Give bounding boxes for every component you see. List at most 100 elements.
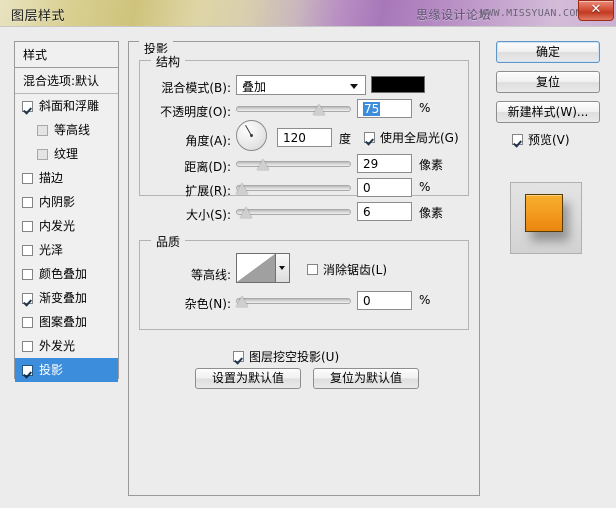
quality-title: 品质 — [151, 233, 185, 250]
opacity-unit: % — [419, 101, 430, 115]
ok-button[interactable]: 确定 — [496, 41, 600, 63]
angle-unit: 度 — [339, 130, 351, 147]
effect-settings-panel: 投影 结构 混合模式(B): 叠加 不透明度(O): 75 % 角度(A): — [128, 41, 480, 496]
style-row[interactable]: 渐变叠加 — [15, 286, 118, 310]
watermark-chinese: 思缘设计论坛 — [416, 6, 491, 23]
opacity-slider-track — [236, 106, 351, 112]
opacity-input[interactable]: 75 — [357, 99, 412, 118]
anti-alias-checkbox[interactable]: 消除锯齿(L) — [307, 261, 387, 278]
style-checkbox-icon[interactable] — [22, 221, 33, 232]
blend-mode-select[interactable]: 叠加 — [236, 75, 366, 95]
style-row[interactable]: 等高线 — [15, 118, 118, 142]
style-checkbox-icon[interactable] — [22, 341, 33, 352]
distance-input[interactable]: 29 — [357, 154, 412, 173]
size-label: 大小(S): — [159, 206, 231, 223]
style-row[interactable]: 投影 — [15, 358, 118, 382]
spread-label: 扩展(R): — [159, 182, 231, 199]
angle-value: 120 — [283, 131, 306, 145]
style-checkbox-icon[interactable] — [22, 269, 33, 280]
noise-input[interactable]: 0 — [357, 291, 412, 310]
style-row[interactable]: 斜面和浮雕 — [15, 94, 118, 118]
noise-slider-thumb[interactable] — [236, 296, 248, 307]
chevron-down-icon — [350, 84, 358, 89]
style-row[interactable]: 外发光 — [15, 334, 118, 358]
distance-label: 距离(D): — [159, 158, 231, 175]
preview-check-icon — [512, 134, 523, 145]
style-checkbox-icon[interactable] — [22, 245, 33, 256]
size-value: 6 — [363, 205, 371, 219]
style-checkbox-icon[interactable] — [22, 101, 33, 112]
angle-label: 角度(A): — [151, 132, 231, 149]
distance-slider[interactable] — [236, 157, 351, 171]
reset-button[interactable]: 复位 — [496, 71, 600, 93]
contour-preview[interactable] — [236, 253, 276, 283]
style-row-label: 等高线 — [54, 118, 90, 142]
size-slider-thumb[interactable] — [240, 207, 252, 218]
reset-default-button[interactable]: 复位为默认值 — [313, 368, 419, 389]
preview-orange-square — [525, 194, 563, 232]
knockout-label: 图层挖空投影(U) — [249, 348, 339, 365]
style-row[interactable]: 图案叠加 — [15, 310, 118, 334]
angle-dial[interactable] — [236, 120, 267, 151]
style-row[interactable]: 描边 — [15, 166, 118, 190]
noise-unit: % — [419, 293, 430, 307]
preview-checkbox[interactable]: 预览(V) — [512, 131, 570, 148]
make-default-button[interactable]: 设置为默认值 — [195, 368, 301, 389]
contour-curve-icon — [237, 254, 275, 282]
style-checkbox-icon[interactable] — [37, 125, 48, 136]
style-checkbox-icon[interactable] — [22, 197, 33, 208]
style-row[interactable]: 内发光 — [15, 214, 118, 238]
contour-label: 等高线: — [159, 266, 231, 283]
style-row-label: 渐变叠加 — [39, 286, 87, 310]
window-title: 图层样式 — [11, 5, 65, 24]
style-row[interactable]: 颜色叠加 — [15, 262, 118, 286]
use-global-light-checkbox[interactable]: 使用全局光(G) — [364, 129, 459, 146]
style-row-label: 颜色叠加 — [39, 262, 87, 286]
spread-slider[interactable] — [236, 181, 351, 195]
styles-list-header: 样式 — [15, 42, 118, 68]
blending-options-row[interactable]: 混合选项:默认 — [15, 68, 118, 94]
style-row-label: 内阴影 — [39, 190, 75, 214]
spread-slider-thumb[interactable] — [236, 183, 248, 194]
style-row-label: 光泽 — [39, 238, 63, 262]
size-slider[interactable] — [236, 205, 351, 219]
opacity-label: 不透明度(O): — [139, 103, 231, 120]
watermark-url: WWW.MISSYUAN.COM — [481, 8, 582, 19]
opacity-slider[interactable] — [236, 102, 351, 116]
style-row[interactable]: 内阴影 — [15, 190, 118, 214]
quality-group — [139, 240, 469, 330]
styles-rows: 斜面和浮雕等高线纹理描边内阴影内发光光泽颜色叠加渐变叠加图案叠加外发光投影 — [15, 94, 118, 382]
ok-label: 确定 — [497, 42, 599, 62]
new-style-button[interactable]: 新建样式(W)... — [496, 101, 600, 123]
style-checkbox-icon[interactable] — [22, 365, 33, 376]
angle-hub — [250, 134, 253, 137]
anti-alias-label: 消除锯齿(L) — [323, 261, 387, 278]
structure-title: 结构 — [151, 53, 185, 70]
noise-slider-track — [236, 298, 351, 304]
spread-unit: % — [419, 180, 430, 194]
spread-input[interactable]: 0 — [357, 178, 412, 197]
use-global-light-label: 使用全局光(G) — [380, 129, 459, 146]
style-row[interactable]: 纹理 — [15, 142, 118, 166]
angle-input[interactable]: 120 — [277, 128, 332, 147]
style-checkbox-icon[interactable] — [37, 149, 48, 160]
shadow-color-swatch[interactable] — [371, 76, 425, 93]
close-button[interactable]: ✕ — [578, 0, 614, 21]
knockout-checkbox[interactable]: 图层挖空投影(U) — [233, 348, 339, 365]
contour-dropdown-button[interactable] — [276, 253, 290, 283]
styles-list-panel: 样式 混合选项:默认 斜面和浮雕等高线纹理描边内阴影内发光光泽颜色叠加渐变叠加图… — [14, 41, 119, 379]
spread-slider-track — [236, 185, 351, 191]
style-checkbox-icon[interactable] — [22, 317, 33, 328]
style-row[interactable]: 光泽 — [15, 238, 118, 262]
dialog-body: 样式 混合选项:默认 斜面和浮雕等高线纹理描边内阴影内发光光泽颜色叠加渐变叠加图… — [0, 26, 616, 508]
size-input[interactable]: 6 — [357, 202, 412, 221]
style-checkbox-icon[interactable] — [22, 173, 33, 184]
size-slider-track — [236, 209, 351, 215]
noise-slider[interactable] — [236, 294, 351, 308]
opacity-value: 75 — [363, 102, 380, 116]
distance-slider-thumb[interactable] — [257, 159, 269, 170]
style-checkbox-icon[interactable] — [22, 293, 33, 304]
opacity-slider-thumb[interactable] — [313, 104, 325, 115]
blend-mode-label: 混合模式(B): — [151, 79, 231, 96]
make-default-label: 设置为默认值 — [196, 369, 300, 388]
